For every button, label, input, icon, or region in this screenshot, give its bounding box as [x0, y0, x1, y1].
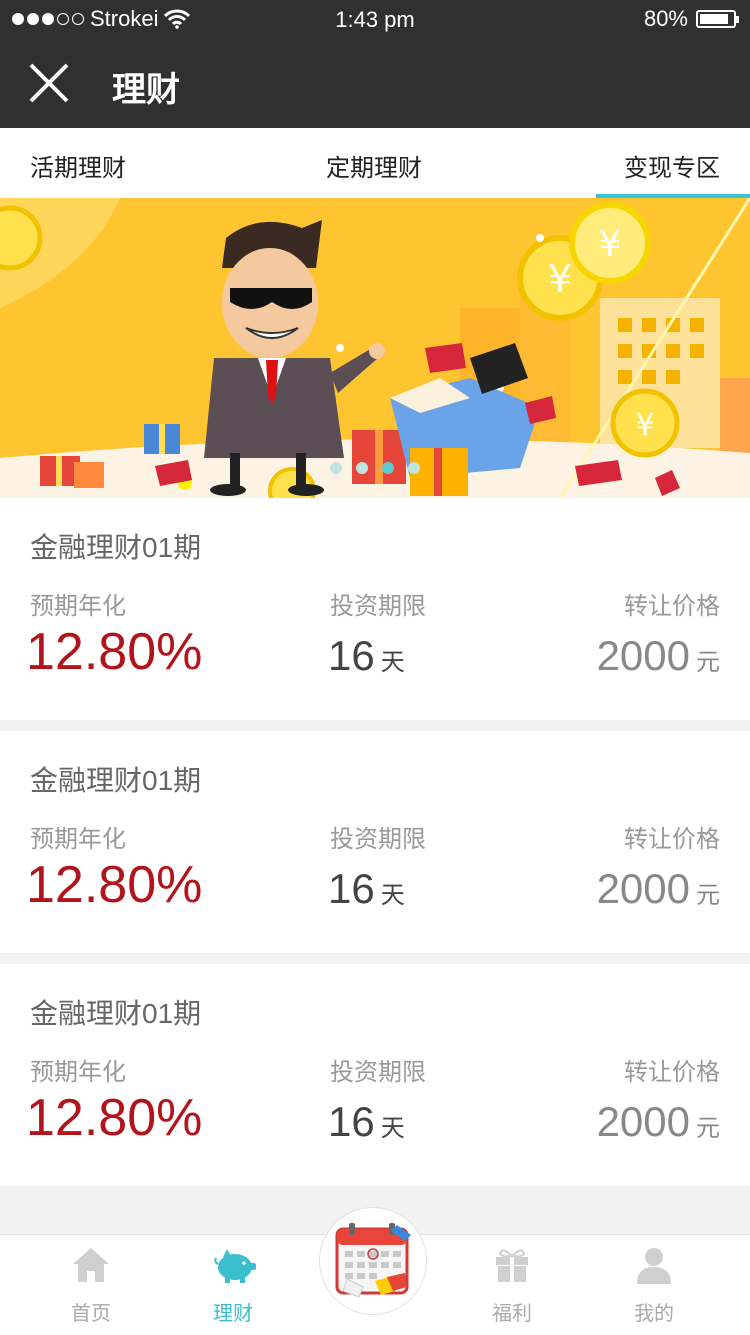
tabbar-mine[interactable]: 我的	[604, 1235, 704, 1335]
price-value: 2000	[596, 865, 690, 912]
status-bar: Strokei 1:43 pm 80%	[0, 0, 750, 40]
price-label: 转让价格	[624, 826, 720, 853]
product-name: 金融理财01期	[30, 998, 202, 1029]
calendar-icon	[335, 1223, 411, 1298]
price-value: 2000	[596, 632, 690, 679]
battery-icon	[696, 10, 739, 28]
product-card[interactable]: 金融理财01期 预期年化 投资期限 转让价格 12.80% 16 天 2000 元	[0, 964, 750, 1186]
category-tabs: 活期理财 定期理财 变现专区	[0, 128, 750, 198]
tab-fixed-finance[interactable]: 定期理财	[326, 148, 422, 183]
term-group: 16 天	[328, 865, 405, 913]
page-dot[interactable]	[330, 462, 342, 474]
banner-illustration: ¥ ¥ ¥	[0, 198, 750, 498]
term-value: 16	[328, 1098, 375, 1145]
nav-bar: 理财	[0, 40, 750, 128]
price-group: 2000 元	[597, 865, 720, 913]
rate-label: 预期年化	[30, 593, 126, 620]
tabbar-center-button[interactable]	[319, 1207, 427, 1315]
svg-text:¥: ¥	[635, 408, 654, 443]
status-time: 1:43 pm	[335, 7, 415, 32]
price-value: 2000	[596, 1098, 690, 1145]
tabbar-welfare[interactable]: 福利	[462, 1235, 562, 1335]
svg-text:¥: ¥	[548, 257, 572, 301]
product-card[interactable]: 金融理财01期 预期年化 投资期限 转让价格 12.80% 16 天 2000 元	[0, 498, 750, 720]
promo-banner[interactable]: ¥ ¥ ¥	[0, 198, 750, 498]
svg-text:¥: ¥	[599, 224, 622, 265]
tabbar-label: 福利	[492, 1303, 532, 1325]
price-group: 2000 元	[597, 632, 720, 680]
price-unit: 元	[696, 1115, 720, 1142]
rate-label: 预期年化	[30, 826, 126, 853]
term-label: 投资期限	[330, 593, 426, 620]
tabbar-home[interactable]: 首页	[41, 1235, 141, 1335]
term-label: 投资期限	[330, 1059, 426, 1086]
term-unit: 天	[380, 1115, 405, 1142]
tabbar-label: 理财	[213, 1303, 253, 1325]
tab-transfer-zone[interactable]: 变现专区	[624, 148, 720, 183]
price-unit: 元	[696, 882, 720, 909]
home-icon	[73, 1248, 109, 1282]
gift-icon	[496, 1249, 528, 1282]
product-name: 金融理财01期	[30, 765, 202, 796]
product-card[interactable]: 金融理财01期 预期年化 投资期限 转让价格 12.80% 16 天 2000 元	[0, 731, 750, 953]
page-dot[interactable]	[408, 462, 420, 474]
price-unit: 元	[696, 649, 720, 676]
page-title: 理财	[112, 71, 180, 109]
page-dot-active[interactable]	[382, 462, 394, 474]
price-label: 转让价格	[624, 1059, 720, 1086]
tab-demand-finance[interactable]: 活期理财	[30, 148, 126, 183]
term-group: 16 天	[328, 1098, 405, 1146]
close-icon[interactable]	[26, 60, 72, 106]
battery-percent: 80%	[643, 6, 688, 31]
rate-value: 12.80%	[26, 623, 203, 681]
product-name: 金融理财01期	[30, 532, 202, 563]
battery-group: 80%	[643, 6, 739, 32]
term-value: 16	[328, 865, 375, 912]
tabbar-label: 我的	[634, 1303, 674, 1325]
term-value: 16	[328, 632, 375, 679]
term-group: 16 天	[328, 632, 405, 680]
price-label: 转让价格	[624, 593, 720, 620]
rate-label: 预期年化	[30, 1059, 126, 1086]
page-dot[interactable]	[356, 462, 368, 474]
price-group: 2000 元	[597, 1098, 720, 1146]
piggy-bank-icon	[214, 1249, 256, 1283]
user-icon	[637, 1248, 671, 1284]
rate-value: 12.80%	[26, 1089, 203, 1147]
term-label: 投资期限	[330, 826, 426, 853]
term-unit: 天	[380, 882, 405, 909]
term-unit: 天	[380, 649, 405, 676]
rate-value: 12.80%	[26, 856, 203, 914]
tabbar-label: 首页	[71, 1303, 111, 1325]
banner-page-indicator	[330, 462, 420, 474]
tabbar-finance[interactable]: 理财	[183, 1235, 283, 1335]
